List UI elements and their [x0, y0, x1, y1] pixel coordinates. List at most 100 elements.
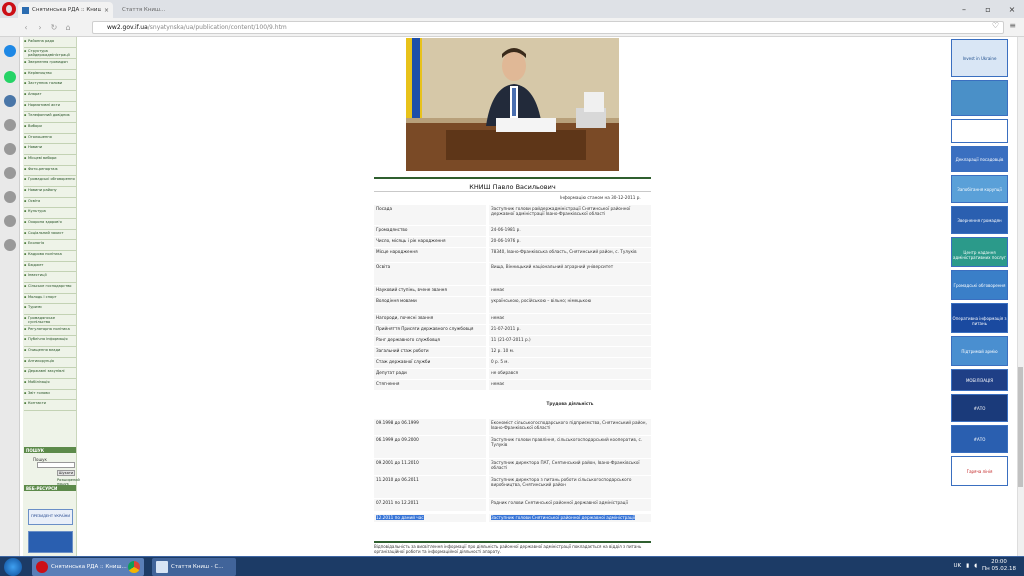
minimize-icon[interactable]: –	[952, 0, 976, 18]
work-row: 11.2010 до 06.2011 Заступник директора з …	[374, 476, 651, 498]
news-icon[interactable]	[4, 239, 16, 251]
work-period: 11.2010 до 06.2011	[374, 476, 486, 498]
whatsapp-icon[interactable]	[4, 71, 16, 83]
info-row: Депутат ради не обирався	[374, 369, 651, 379]
info-key: Загальний стаж роботи	[374, 347, 486, 357]
right-banner[interactable]: Декларації посадовців	[951, 146, 1008, 172]
info-row: Громадянство 24-06-1981 р.	[374, 226, 651, 236]
info-key: Посада	[374, 205, 486, 225]
bookmark-heart-icon[interactable]: ♡	[992, 21, 999, 30]
extensions-icon[interactable]	[4, 215, 16, 227]
browser-titlebar: Снятинська РДА :: Книш П... × Стаття Кни…	[0, 0, 1024, 18]
home-icon[interactable]: ⌂	[64, 23, 72, 32]
right-banner[interactable]: Центр надання адміністративних послуг	[951, 237, 1008, 267]
info-value: 24-06-1981 р.	[489, 226, 651, 236]
close-tab-icon[interactable]: ×	[104, 7, 109, 14]
info-key: Володіння мовами	[374, 297, 486, 313]
work-period: 09.1998 до 06.1999	[374, 419, 486, 435]
opera-menu-button[interactable]	[2, 2, 16, 16]
current-period: 12.2011 по даний час	[376, 515, 424, 520]
info-value: 11 (21-07-2011 р.)	[489, 336, 651, 346]
menu-icon[interactable]: ≡	[1009, 21, 1016, 30]
reload-icon[interactable]: ↻	[50, 23, 58, 32]
center-content: КНИШ Павло Васильович Інформацію станом …	[20, 37, 1024, 556]
info-key: Нагороди, почесні звання	[374, 314, 486, 324]
work-row: 07.2011 по 12.2011 Радник голови Снятинсь…	[374, 499, 651, 511]
info-value: немає	[489, 380, 651, 390]
info-key: Прийняття Присяги державного службовця	[374, 325, 486, 335]
info-row: Загальний стаж роботи 12 р. 10 м.	[374, 347, 651, 357]
favicon-icon	[22, 6, 29, 14]
info-row: Число, місяць і рік народження 20-06-1976…	[374, 237, 651, 247]
info-key: Ранг державного службовця	[374, 336, 486, 346]
info-value: 20-06-1976 р.	[489, 237, 651, 247]
info-row: Володіння мовами українською, російською …	[374, 297, 651, 313]
work-section-title: Трудова діяльність	[374, 397, 651, 415]
info-value: українською, російською – вільно; німець…	[489, 297, 651, 313]
right-banner[interactable]: Гаряча лінія	[951, 456, 1008, 486]
info-value: 0 р. 5 м.	[489, 358, 651, 368]
info-key: Науковий ступінь, вчене звання	[374, 286, 486, 296]
language-indicator[interactable]: UK	[953, 563, 961, 569]
taskbar-chrome[interactable]	[124, 558, 146, 576]
taskbar-opera-label: Снятинська РДА :: Книш...	[51, 564, 127, 570]
info-key: Громадянство	[374, 226, 486, 236]
work-description: Заступник директора з питань роботи сіль…	[489, 476, 651, 498]
browser-tab-inactive[interactable]: Стаття Книш...	[116, 3, 196, 16]
volume-icon[interactable]: ◖	[974, 563, 977, 569]
messenger-icon[interactable]	[4, 45, 16, 57]
vk-icon[interactable]	[4, 95, 16, 107]
clock[interactable]: 20:00 Пн 05.02.18	[982, 559, 1016, 573]
right-banner[interactable]: Оперативна інформація з питань	[951, 303, 1008, 333]
info-key: Стягнення	[374, 380, 486, 390]
info-value: Вища, Вінницький національний аграрний у…	[489, 263, 651, 285]
back-icon[interactable]: ‹	[22, 23, 30, 32]
info-value: 21-07-2011 р.	[489, 325, 651, 335]
info-value: Заступник голови райдержадміністрації Сн…	[489, 205, 651, 225]
network-icon[interactable]: ▮	[966, 563, 969, 569]
address-bar[interactable]: ww2.gov.if.ua/snyatynska/ua/publication/…	[92, 21, 1004, 34]
info-row: Нагороди, почесні звання немає	[374, 314, 651, 324]
right-banner[interactable]	[951, 119, 1008, 143]
maximize-icon[interactable]: ▫	[976, 0, 1000, 18]
right-banner[interactable]	[951, 80, 1008, 116]
right-banner[interactable]: Підтримай армію	[951, 336, 1008, 366]
footer-text: Відповідальність за висвітлення інформац…	[374, 544, 642, 554]
right-banner[interactable]: #АТО	[951, 425, 1008, 453]
forward-icon[interactable]: ›	[36, 23, 44, 32]
info-row: Стягнення немає	[374, 380, 651, 390]
tab-title: Снятинська РДА :: Книш П...	[32, 7, 101, 13]
work-period: 07.2011 по 12.2011	[374, 499, 486, 511]
favorites-icon[interactable]	[4, 167, 16, 179]
clock-date: Пн 05.02.18	[982, 566, 1016, 572]
browser-tab-active[interactable]: Снятинська РДА :: Книш П... ×	[18, 2, 113, 18]
info-value: 78340, Івано-Франківська область, Снятин…	[489, 248, 651, 262]
opera-sidebar	[0, 37, 20, 556]
history-icon[interactable]	[4, 191, 16, 203]
clock-time: 20:00	[991, 559, 1007, 565]
info-value: не обирався	[489, 369, 651, 379]
info-row: Стаж державної служби 0 р. 5 м.	[374, 358, 651, 368]
work-description: Економіст сільськогосподарського підприє…	[489, 419, 651, 435]
work-row: 09.2001 до 11.2010 Заступник директора ПА…	[374, 459, 651, 475]
info-row: Ранг державного службовця 11 (21-07-2011 …	[374, 336, 651, 346]
taskbar-word[interactable]: Стаття Книш - С...	[152, 558, 236, 576]
snapshot-icon[interactable]	[4, 119, 16, 131]
right-banner[interactable]: #АТО	[951, 394, 1008, 422]
current-position-cell: Заступник голови Снятинської районної де…	[489, 514, 651, 522]
speed-dial-icon[interactable]	[4, 143, 16, 155]
current-position: Заступник голови Снятинської районної де…	[491, 515, 636, 520]
info-value: немає	[489, 286, 651, 296]
right-banner[interactable]: Invest in Ukraine	[951, 39, 1008, 77]
work-period: 06.1999 до 09.2000	[374, 436, 486, 458]
right-banner[interactable]: МОБІЛІЗАЦІЯ	[951, 369, 1008, 391]
current-period-cell: 12.2011 по даний час	[374, 514, 486, 522]
current-position-row: 12.2011 по даний час Заступник голови Сня…	[374, 514, 651, 522]
right-banner[interactable]: Запобігання корупції	[951, 175, 1008, 203]
right-banner[interactable]: Звернення громадян	[951, 206, 1008, 234]
close-window-icon[interactable]: ×	[1000, 0, 1024, 18]
start-button[interactable]	[4, 558, 22, 576]
info-key: Число, місяць і рік народження	[374, 237, 486, 247]
right-banner[interactable]: Громадські обговорення	[951, 270, 1008, 300]
work-title: Трудова діяльність	[489, 397, 651, 415]
